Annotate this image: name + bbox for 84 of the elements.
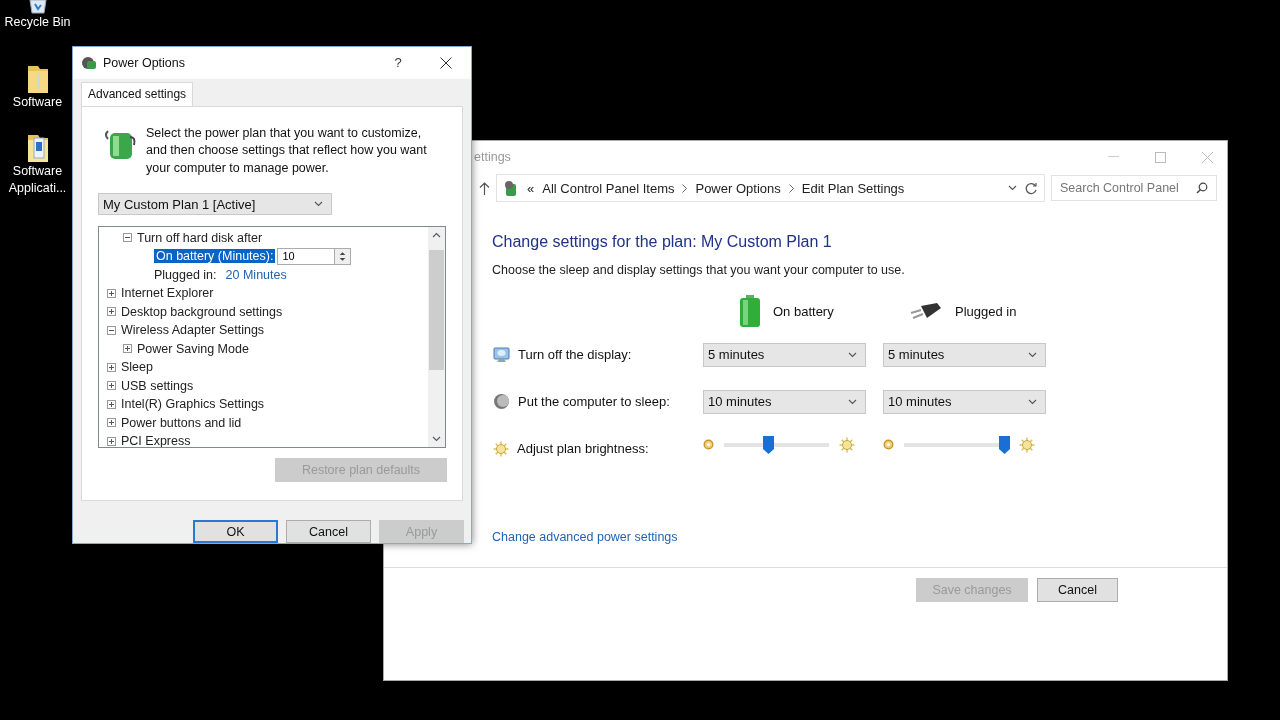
page-heading: Change settings for the plan: My Custom Plan 1 [492,233,833,251]
refresh-icon[interactable] [1025,181,1038,195]
chevron-down-icon [848,398,857,405]
expand-icon[interactable] [107,362,116,372]
chevron-down-icon [1028,398,1037,405]
sun-icon [839,436,855,453]
ok-button[interactable]: OK [193,520,278,543]
chevron-right-icon [682,183,688,193]
tree-item[interactable]: Power Saving Mode [137,341,249,356]
breadcrumb-item[interactable]: Edit Plan Settings [801,180,905,196]
chevron-up-icon[interactable] [432,232,441,239]
search-field[interactable]: Search Control Panel [1051,175,1217,201]
power-plan-icon [81,54,97,71]
collapse-icon[interactable] [107,325,116,335]
cancel-button[interactable]: Cancel [286,520,371,543]
setting-label[interactable]: Plugged in: [154,267,217,282]
moon-icon [493,393,510,410]
desktop-icon-label[interactable]: Software [12,94,63,111]
setting-label: Put the computer to sleep: [518,394,670,409]
recycle-bin-icon [26,0,49,14]
setting-label: Turn off the display: [518,347,632,362]
advanced-settings-link[interactable]: Change advanced power settings [492,530,678,544]
page-description: Choose the sleep and display settings that you want your computer to use. [492,263,906,277]
plug-icon [909,302,943,320]
expand-icon[interactable] [107,381,116,391]
chevron-down-icon [1008,185,1017,191]
monitor-icon [493,346,510,363]
tab[interactable]: Advanced settings [81,81,194,107]
minutes-dropdown[interactable]: 10 minutes [883,389,1046,414]
tree-item[interactable]: Power buttons and lid [121,415,242,430]
tree-item[interactable]: PCI Express [121,434,191,448]
desktop-icon-label[interactable]: Software Applicati... [0,163,75,197]
chevron-down-icon[interactable] [432,436,441,443]
expand-icon[interactable] [107,418,116,428]
breadcrumb-item[interactable]: All Control Panel Items [542,180,675,196]
scrollbar[interactable] [428,227,445,448]
tree-item[interactable]: Desktop background settings [121,304,283,319]
chevron-right-icon [788,183,794,193]
breadcrumb-overflow[interactable]: « [527,180,535,196]
tree-item[interactable]: Sleep [121,360,153,375]
cancel-button[interactable]: Cancel [1037,578,1118,602]
setting-value[interactable]: 20 Minutes [225,267,287,282]
number-field[interactable]: 10 [277,247,336,265]
collapse-icon[interactable] [123,233,132,243]
expand-icon[interactable] [107,307,116,317]
sun-icon [493,440,509,457]
tree-item[interactable]: USB settings [121,378,194,393]
dialog-title: Power Options [103,55,186,70]
tree-item[interactable]: Wireless Adapter Settings [121,323,265,338]
desktop-icon-label[interactable]: Recycle Bin [4,14,71,31]
minutes-dropdown[interactable]: 5 minutes [883,342,1046,367]
close-icon[interactable] [440,56,452,69]
column-heading: On battery [773,303,834,319]
minutes-dropdown[interactable]: 5 minutes [703,342,866,367]
expand-icon[interactable] [107,399,116,409]
help-button[interactable]: ? [388,55,408,71]
dim-sun-icon [883,439,894,450]
instructions-text: Select the power plan that you want to customize, and then choose settings that reflect how you want your computer to manage power. [146,124,428,177]
column-heading: Plugged in [955,303,1017,319]
chevron-down-icon [314,201,323,208]
tree-item[interactable]: Intel(R) Graphics Settings [121,397,265,412]
tree-item[interactable]: Internet Explorer [121,286,214,301]
expand-icon[interactable] [123,344,132,354]
setting-label: Adjust plan brightness: [517,441,649,456]
chevron-down-icon [1028,351,1037,358]
up-arrow-icon[interactable] [479,181,490,195]
control-panel-icon [503,179,519,197]
breadcrumb-item[interactable]: Power Options [695,180,781,196]
sun-icon [1019,436,1035,453]
expand-icon[interactable] [107,436,116,446]
plan-dropdown[interactable]: My Custom Plan 1 [Active] [98,193,332,216]
spin-arrows-icon[interactable] [335,247,352,265]
slider-thumb[interactable] [998,435,1010,454]
slider-thumb[interactable] [763,435,775,454]
chevron-down-icon [848,351,857,358]
minutes-dropdown[interactable]: 10 minutes [703,389,866,414]
battery-icon [739,294,761,328]
search-icon [1196,182,1208,194]
dim-sun-icon [703,439,714,450]
window-title: ettings [474,150,512,164]
setting-label[interactable]: On battery (Minutes): [154,249,276,264]
expand-icon[interactable] [107,288,116,298]
address-bar[interactable]: « All Control Panel Items Power Options Edit Plan Settings [496,174,1045,202]
tree-item[interactable]: Turn off hard disk after [137,230,263,245]
